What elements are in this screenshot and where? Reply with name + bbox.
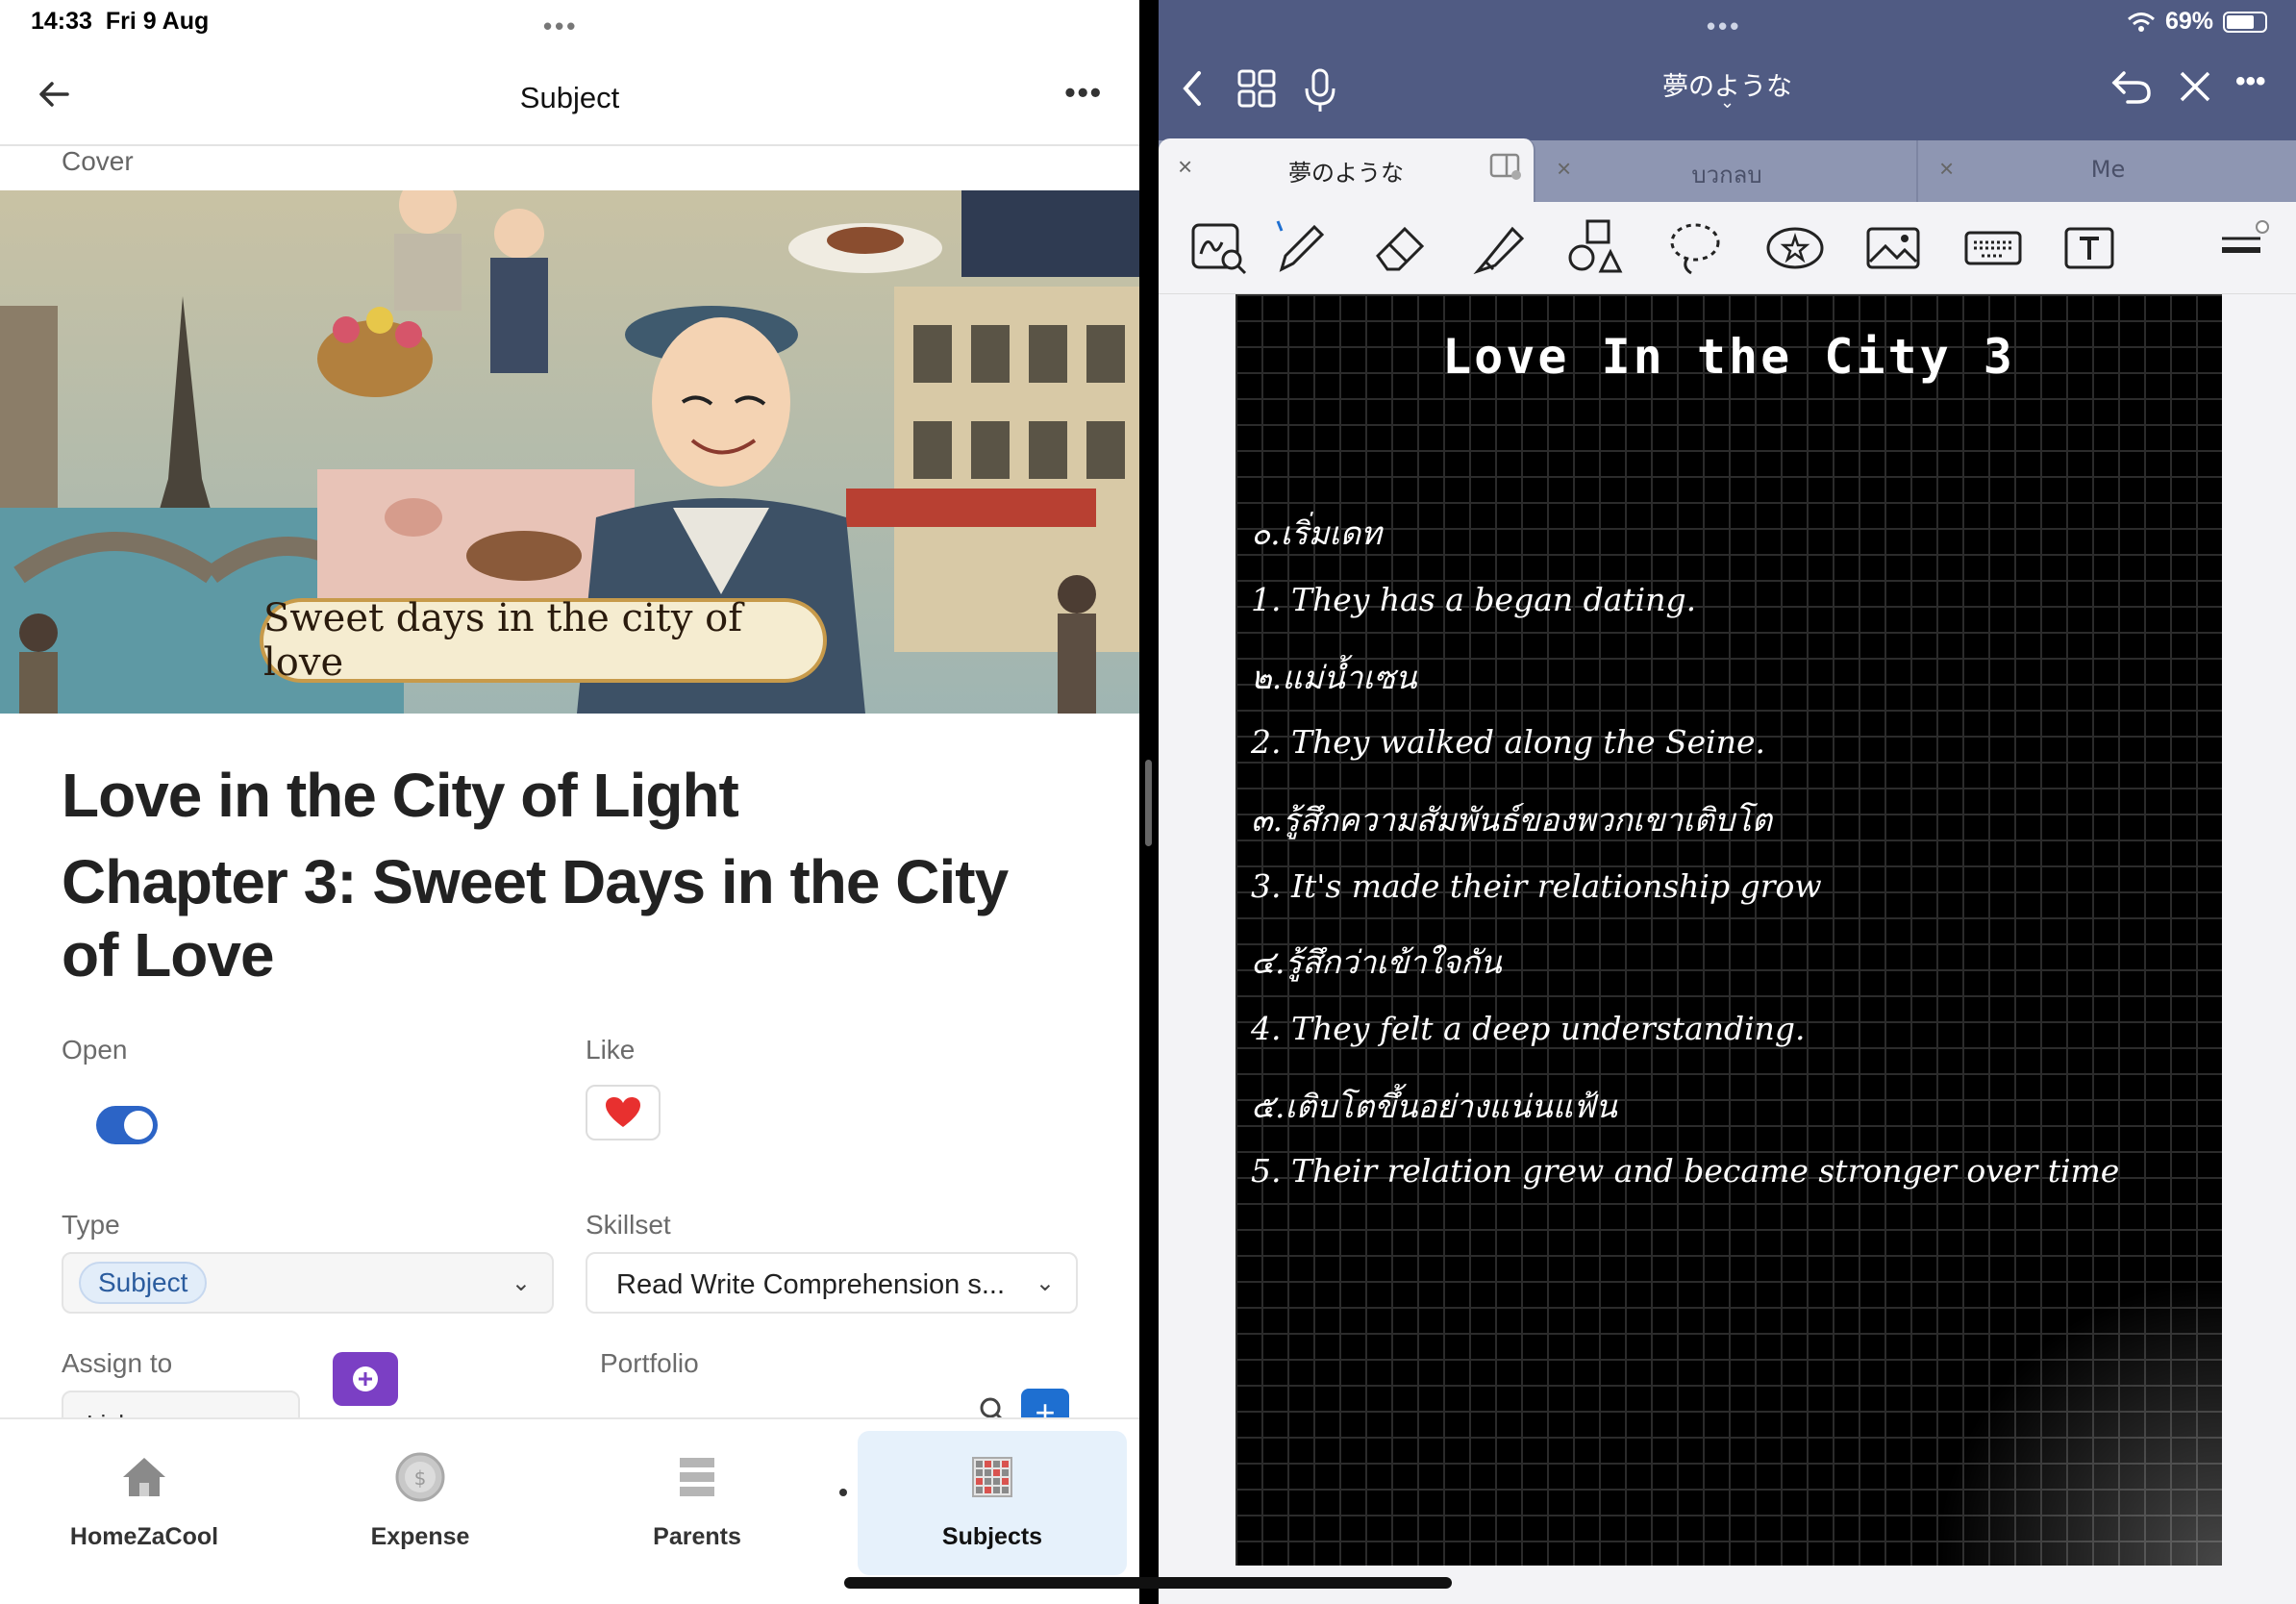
like-label: Like: [586, 1035, 636, 1065]
cover-label: Cover: [62, 146, 134, 176]
split-view-icon[interactable]: [1489, 152, 1522, 181]
note-title: Love In the City 3: [1442, 329, 2015, 385]
type-select[interactable]: Subject ⌄: [62, 1252, 554, 1314]
note-line: ๓.รู้สึกความสัมพันธ์ของพวกเขาเติบโต: [1251, 801, 1773, 839]
wifi-icon: [2127, 12, 2155, 32]
grid-icon: [972, 1457, 1012, 1497]
plus-circle-icon: [353, 1366, 378, 1391]
type-label: Type: [62, 1210, 120, 1240]
note-line: 2. They walked along the Seine.: [1251, 723, 1765, 761]
doc-tab-active[interactable]: × 夢のような: [1159, 138, 1535, 202]
coin-icon: $: [395, 1452, 445, 1502]
tab-homezacool[interactable]: HomeZaCool: [10, 1431, 279, 1575]
handwriting-search-icon[interactable]: [1189, 217, 1251, 279]
note-line: 1. They has a began dating.: [1251, 581, 1697, 618]
chevron-down-icon: ⌄: [511, 1270, 531, 1296]
skillset-select[interactable]: Read Write Comprehension s... ⌄: [586, 1252, 1078, 1314]
open-toggle[interactable]: [96, 1106, 158, 1144]
text-box-icon[interactable]: [2059, 217, 2120, 279]
note-line: ๐.เริ่มเดท: [1251, 514, 1382, 552]
status-indicators: 69%: [2127, 8, 2267, 36]
eraser-icon[interactable]: [1370, 217, 1432, 279]
like-button[interactable]: [586, 1085, 661, 1140]
skillset-label: Skillset: [586, 1210, 671, 1240]
note-line: ๕.เติบโตขึ้นอย่างแน่นแฟ้น: [1251, 1088, 1617, 1125]
story-title: Love in the City of Light Chapter 3: Swe…: [62, 752, 1100, 998]
svg-text:$: $: [414, 1466, 427, 1490]
bottom-tab-bar: HomeZaCool $ Expense Parents Subjects: [0, 1417, 1139, 1604]
more-icon[interactable]: •••: [2235, 65, 2266, 98]
drawing-toolbar: [1159, 202, 2296, 294]
tab-subjects[interactable]: Subjects: [858, 1431, 1127, 1575]
note-line: 3. It's made their relationship grow: [1251, 867, 1822, 905]
title-line: Love in the City of Light: [62, 761, 739, 830]
page-title: Subject: [519, 81, 620, 114]
open-label: Open: [62, 1035, 128, 1065]
note-line: 5. Their relation grew and became strong…: [1251, 1152, 2120, 1190]
split-handle[interactable]: [1145, 760, 1152, 846]
page-dot: [839, 1489, 847, 1496]
type-chip: Subject: [79, 1262, 208, 1304]
assign-label: Assign to: [62, 1348, 173, 1378]
tab-parents[interactable]: Parents: [562, 1431, 832, 1575]
keyboard-icon[interactable]: [1962, 217, 2024, 279]
notes-app-pane: ••• 69% 夢のような ⌄ ••• × 夢のような × บวกลบ × Me…: [1159, 0, 2296, 1604]
note-line: 4. They felt a deep understanding.: [1251, 1010, 1806, 1047]
home-indicator[interactable]: [844, 1577, 1452, 1589]
pen-icon[interactable]: [1270, 217, 1332, 279]
home-icon: [123, 1458, 165, 1496]
battery-percent: 69%: [2164, 8, 2213, 35]
chevron-down-icon: ⌄: [1035, 1270, 1055, 1296]
notes-header: ••• 69% 夢のような ⌄ •••: [1159, 0, 2296, 140]
sticker-icon[interactable]: [1764, 217, 1826, 279]
assign-add-button[interactable]: [333, 1352, 398, 1406]
pen-off-icon[interactable]: [2176, 67, 2214, 111]
shapes-icon[interactable]: [1564, 217, 1626, 279]
document-tabs: × 夢のような × บวกลบ × Me: [1159, 138, 2296, 202]
image-icon[interactable]: [1862, 217, 1924, 279]
note-page[interactable]: Love In the City 3 ๐.เริ่มเดท 1. They ha…: [1235, 294, 2222, 1566]
tab-expense[interactable]: $ Expense: [286, 1431, 555, 1575]
cover-banner-text: Sweet days in the city of love: [260, 596, 827, 685]
nav-bar: Subject •••: [0, 58, 1139, 146]
undo-icon[interactable]: [2110, 67, 2153, 111]
subject-detail-pane: 14:33 Fri 9 Aug ••• Subject ••• Cover Sw…: [0, 0, 1139, 1604]
stroke-width-icon[interactable]: [2216, 217, 2270, 279]
status-time: 14:33 Fri 9 Aug: [31, 8, 210, 35]
lasso-icon[interactable]: [1664, 217, 1726, 279]
list-icon: [680, 1458, 714, 1496]
portfolio-label: Portfolio: [600, 1348, 699, 1378]
highlighter-icon[interactable]: [1468, 217, 1530, 279]
note-line: ๔.รู้สึกว่าเข้าใจกัน: [1251, 943, 1502, 981]
heart-icon: [606, 1097, 640, 1127]
multitasking-dots[interactable]: •••: [543, 12, 578, 41]
skillset-value: Read Write Comprehension s...: [616, 1269, 1006, 1300]
doc-tab[interactable]: × บวกลบ: [1537, 140, 1918, 202]
doc-tab[interactable]: × Me: [1920, 140, 2296, 202]
multitasking-dots[interactable]: •••: [1707, 12, 1741, 41]
more-icon[interactable]: •••: [1064, 75, 1103, 111]
battery-icon: [2223, 11, 2267, 33]
note-line: ๒.แม่น้ำเซน: [1251, 659, 1417, 696]
